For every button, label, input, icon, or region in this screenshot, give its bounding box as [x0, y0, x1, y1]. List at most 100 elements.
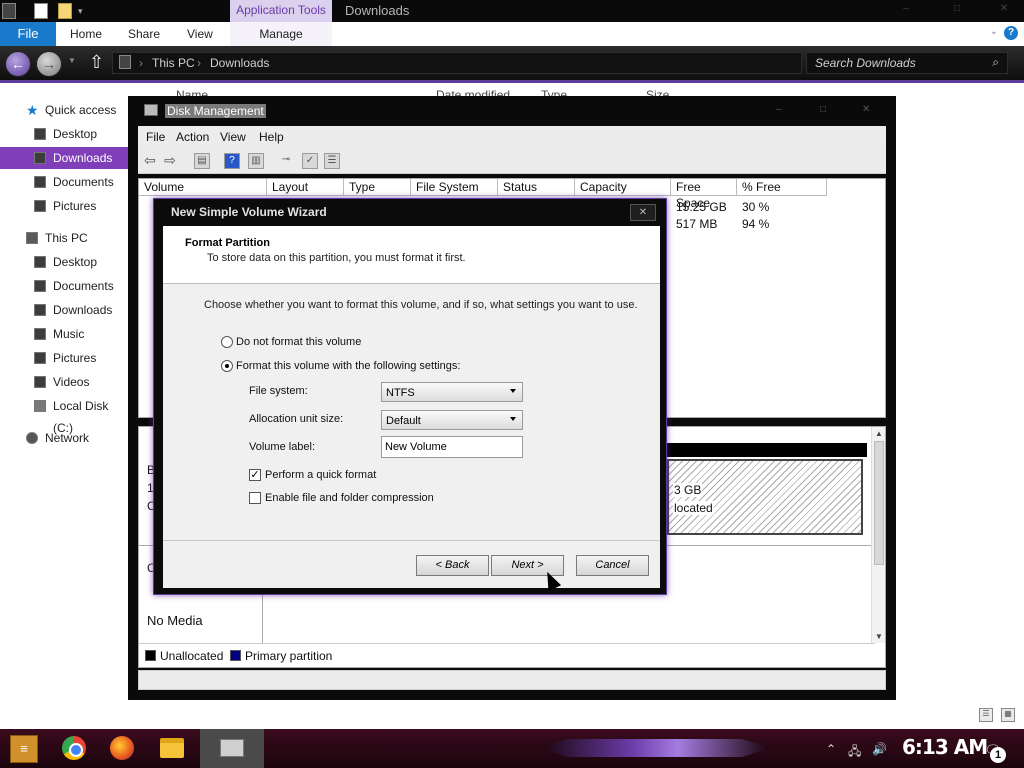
nav-item-documents[interactable]: Documents	[0, 171, 130, 193]
disk-header-bar	[667, 443, 867, 457]
nav-item-pictures[interactable]: Pictures	[0, 195, 130, 217]
nav-item-pc-desktop[interactable]: Desktop	[0, 251, 130, 273]
nav-quick-access[interactable]: ★ Quick access	[0, 99, 130, 121]
ribbon: File Home Share View Manage ⌄ ?	[0, 22, 1024, 46]
ribbon-file-tab[interactable]: File	[0, 22, 56, 46]
nav-item-local-disk[interactable]: Local Disk (C:)	[0, 395, 130, 435]
ribbon-tab-manage[interactable]: Manage	[230, 22, 332, 46]
explorer-app-icon[interactable]	[2, 3, 16, 19]
back-button[interactable]: < Back	[416, 555, 489, 576]
clock[interactable]: 6:13 AM	[902, 735, 988, 759]
scrollbar-thumb[interactable]	[874, 441, 884, 565]
properties-icon[interactable]: ▥	[248, 153, 264, 169]
nav-item-pc-downloads[interactable]: Downloads	[0, 299, 130, 321]
forward-arrow-icon[interactable]: ⇨	[162, 153, 178, 169]
nav-label: Pictures	[53, 199, 97, 213]
radio-format[interactable]	[221, 360, 233, 372]
search-icon[interactable]: ⌕	[992, 55, 999, 70]
unallocated-partition[interactable]: 3 GB located	[667, 459, 863, 535]
format-label[interactable]: Format this volume with the following se…	[236, 360, 460, 372]
quick-format-label[interactable]: Perform a quick format	[265, 469, 376, 481]
back-arrow-icon[interactable]: ⇦	[142, 153, 158, 169]
properties-icon[interactable]	[34, 3, 48, 19]
col-capacity[interactable]: Capacity	[575, 179, 671, 196]
col-free-space[interactable]: Free Space	[671, 179, 737, 210]
nav-network[interactable]: Network	[0, 427, 130, 449]
nav-item-videos[interactable]: Videos	[0, 371, 130, 393]
close-button[interactable]: ✕	[990, 2, 1018, 16]
ribbon-tab-home[interactable]: Home	[70, 22, 102, 46]
search-placeholder: Search Downloads	[815, 56, 916, 70]
help-icon[interactable]: ?	[224, 153, 240, 169]
up-arrow-icon[interactable]: ⇧	[89, 52, 104, 73]
nav-label: Documents	[53, 279, 114, 293]
wizard-close-button[interactable]: ✕	[630, 204, 656, 221]
connect-icon[interactable]: ⊸	[278, 153, 294, 169]
col-file-system[interactable]: File System	[411, 179, 498, 196]
ribbon-tab-share[interactable]: Share	[128, 22, 160, 46]
compression-checkbox[interactable]	[249, 492, 261, 504]
nav-this-pc[interactable]: This PC	[0, 227, 130, 249]
firefox-icon[interactable]	[110, 736, 134, 760]
ribbon-tab-view[interactable]: View	[187, 22, 213, 46]
large-icons-view-icon[interactable]: ▦	[1001, 708, 1015, 722]
documents-icon	[34, 280, 46, 292]
col-status[interactable]: Status	[498, 179, 575, 196]
help-icon[interactable]: ?	[1004, 26, 1018, 40]
allocation-unit-select[interactable]: Default	[381, 410, 523, 430]
disk-management-icon	[144, 104, 158, 116]
volume-label-input[interactable]: New Volume	[381, 436, 523, 458]
start-button[interactable]: ≡	[10, 735, 38, 763]
wizard-header: Format Partition To store data on this p…	[163, 226, 660, 284]
file-explorer-icon[interactable]	[160, 738, 184, 758]
forward-button[interactable]: →	[36, 51, 62, 77]
recent-locations-icon[interactable]: ▼	[68, 56, 76, 65]
list-view-icon[interactable]: ☰	[324, 153, 340, 169]
chevron-down-icon[interactable]: ⌄	[990, 26, 998, 37]
new-folder-icon[interactable]	[58, 3, 72, 19]
menu-action[interactable]: Action	[176, 130, 209, 144]
nav-item-music[interactable]: Music	[0, 323, 130, 345]
details-view-icon[interactable]: ☰	[979, 708, 993, 722]
cancel-button[interactable]: Cancel	[576, 555, 649, 576]
compression-label[interactable]: Enable file and folder compression	[265, 492, 434, 504]
menu-view[interactable]: View	[220, 130, 246, 144]
maximize-button[interactable]: □	[943, 2, 971, 16]
dm-maximize-button[interactable]: □	[820, 104, 826, 115]
search-input[interactable]: Search Downloads ⌕	[806, 52, 1008, 74]
vertical-scrollbar[interactable]: ▲ ▼	[871, 427, 885, 643]
scroll-up-icon[interactable]: ▲	[875, 429, 883, 438]
menu-help[interactable]: Help	[259, 130, 284, 144]
network-tray-icon[interactable]: 🖧	[848, 742, 861, 763]
no-format-label[interactable]: Do not format this volume	[236, 336, 361, 348]
breadcrumb-this-pc[interactable]: This PC	[152, 56, 195, 70]
menu-file[interactable]: File	[146, 130, 165, 144]
file-system-select[interactable]: NTFS	[381, 382, 523, 402]
col-layout[interactable]: Layout	[267, 179, 344, 196]
minimize-button[interactable]: –	[892, 2, 920, 16]
breadcrumb-downloads[interactable]: Downloads	[210, 56, 269, 70]
radio-no-format[interactable]	[221, 336, 233, 348]
col-volume[interactable]: Volume	[139, 179, 267, 196]
dm-minimize-button[interactable]: –	[776, 104, 782, 115]
scroll-down-icon[interactable]: ▼	[875, 632, 883, 641]
nav-item-desktop[interactable]: Desktop	[0, 123, 130, 145]
chrome-icon[interactable]	[62, 736, 86, 760]
dm-close-button[interactable]: ✕	[862, 104, 870, 115]
nav-item-pc-pictures[interactable]: Pictures	[0, 347, 130, 369]
taskbar-disk-management[interactable]	[200, 729, 264, 768]
taskbar-decoration	[540, 739, 770, 757]
volume-icon[interactable]: 🔊	[872, 742, 887, 756]
nav-item-pc-documents[interactable]: Documents	[0, 275, 130, 297]
quick-format-checkbox[interactable]: ✓	[249, 469, 261, 481]
show-hidden-icons-icon[interactable]: ⌃	[826, 742, 836, 756]
address-box[interactable]: › This PC › Downloads	[112, 52, 802, 74]
col-pct-free[interactable]: % Free	[737, 179, 827, 196]
volume-label-label: Volume label:	[249, 441, 316, 453]
nav-item-downloads[interactable]: Downloads	[0, 147, 130, 169]
qat-dropdown-icon[interactable]: ▾	[78, 3, 92, 19]
checkmark-icon[interactable]: ✓	[302, 153, 318, 169]
col-type[interactable]: Type	[344, 179, 411, 196]
back-button[interactable]: ←	[5, 51, 31, 77]
console-tree-icon[interactable]: ▤	[194, 153, 210, 169]
